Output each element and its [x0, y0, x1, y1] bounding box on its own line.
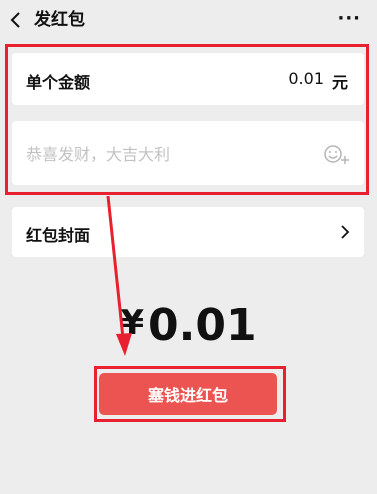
highlight-box-button: [94, 366, 286, 422]
currency-symbol: ¥: [120, 303, 145, 343]
page-title: 发红包: [34, 10, 85, 30]
total-amount: ¥0.01: [0, 300, 377, 351]
more-icon[interactable]: ···: [337, 10, 361, 28]
highlight-box-form: [5, 44, 369, 195]
top-bar: 发红包 ···: [0, 0, 377, 40]
back-arrow-icon[interactable]: [6, 9, 26, 31]
total-value: 0.01: [148, 300, 257, 351]
cover-row[interactable]: 红包封面: [12, 207, 364, 257]
cover-label: 红包封面: [26, 226, 91, 245]
chevron-right-icon: [341, 225, 350, 239]
